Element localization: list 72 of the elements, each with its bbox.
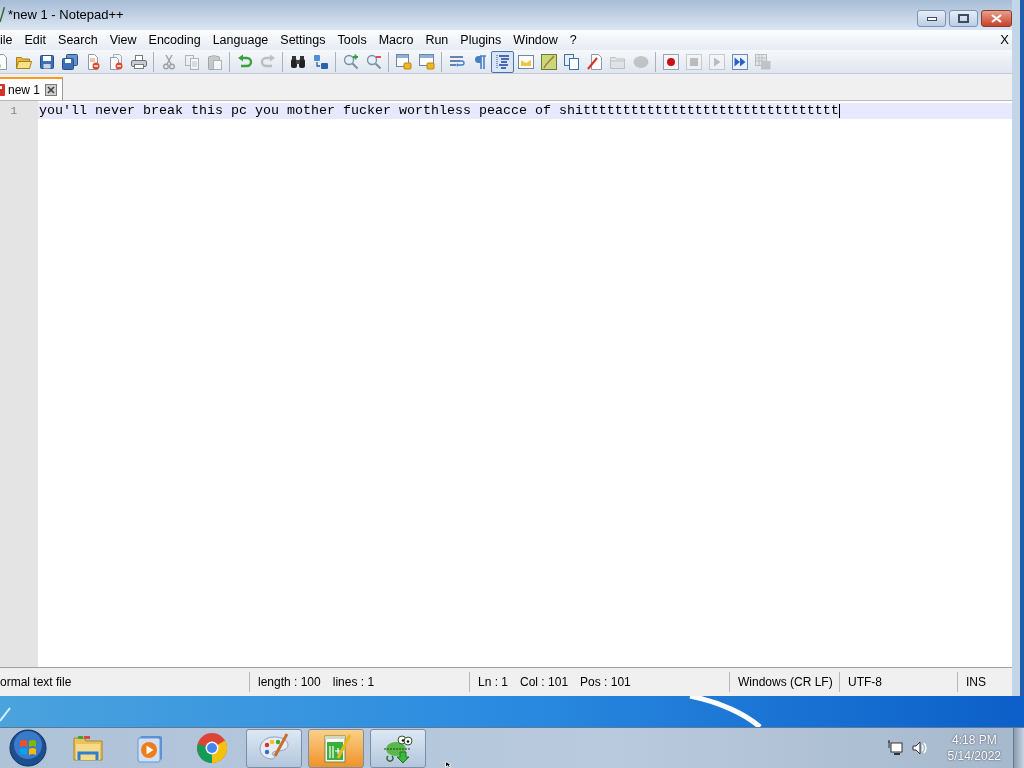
close-icon[interactable] [45,83,58,96]
status-text: Windows (CR LF) [738,674,833,691]
menu-item[interactable]: Language [206,30,275,50]
menu-item[interactable]: Macro [372,30,420,50]
stop-icon [685,53,702,70]
menu-item[interactable]: ? [563,30,583,50]
taskbar-button[interactable] [246,728,302,768]
undo-icon [236,53,253,70]
taskbar-button[interactable] [370,728,426,768]
menu-item[interactable]: ile [0,30,19,50]
show-desktop-button[interactable] [1013,728,1024,768]
status-text: INS [966,674,986,691]
maximize-icon [958,14,969,23]
menu-item[interactable]: Run [419,30,455,50]
window-lock-icon [418,53,435,70]
printer-icon [130,53,147,70]
speaker-icon[interactable] [911,741,928,755]
app-icon [0,7,5,23]
chameleon-icon [382,732,414,764]
menu-item[interactable]: Search [52,30,104,50]
status-text: Pos : 101 [580,674,631,691]
mouse-pointer-icon [445,761,451,768]
minimize-button[interactable] [917,10,946,27]
fast-forward-icon [731,53,748,70]
close-icon [991,14,1002,23]
menu-item[interactable]: View [103,30,143,50]
pages-minus-icon [107,53,124,70]
zoom-out-icon [365,53,382,70]
menu-item[interactable]: Encoding [142,30,207,50]
zoom-in-icon [342,53,359,70]
close-button[interactable] [981,10,1012,27]
menu-item[interactable]: Tools [331,30,373,50]
grid-icon [754,53,771,70]
status-text: lines : 1 [332,674,375,691]
start-button[interactable] [8,729,48,767]
note-icon [517,53,534,70]
status-text: Ln : 1 [478,674,509,691]
menu-item[interactable]: Edit [18,30,53,50]
redo-icon [259,53,276,70]
pages-icon [563,53,580,70]
indent-lines-icon [494,53,511,70]
copy-icon [183,53,200,70]
status-text: length : 100 [258,674,321,691]
scissors-icon [160,53,177,70]
oval-icon [632,53,649,70]
menu-item[interactable]: Window [507,30,564,50]
maximize-button[interactable] [949,10,978,27]
document-tab[interactable]: new 1 [0,77,64,100]
page-pen-icon [586,53,603,70]
minimize-icon [926,16,937,21]
line-number: 1 [10,103,17,119]
map-icon [540,53,557,70]
status-text: Col : 101 [520,674,569,691]
close-document-button[interactable]: X [1000,30,1012,50]
menu-item[interactable]: Settings [274,30,332,50]
start-orb-icon [9,729,47,767]
window-lock-icon [395,53,412,70]
clipboard-icon [206,53,223,70]
status-text: UTF-8 [848,674,882,691]
play-icon [708,53,725,70]
text-cursor [838,104,840,118]
network-icon[interactable] [886,740,903,756]
menu-item[interactable]: Plugins [454,30,508,50]
code-line: you'll never break this pc you mother fucker worthless peacce of shitttttttttttttttttttttttttttttttt [39,103,839,119]
floppy-disks-icon [61,53,78,70]
status-text: ormal text file [0,674,72,691]
window-title: *new 1 - Notepad++ [8,6,124,25]
replace-icon [312,53,329,70]
record-icon [662,53,679,70]
ring-logo-icon [196,732,228,764]
binoculars-icon [289,53,306,70]
taskbar-button[interactable] [308,728,364,768]
